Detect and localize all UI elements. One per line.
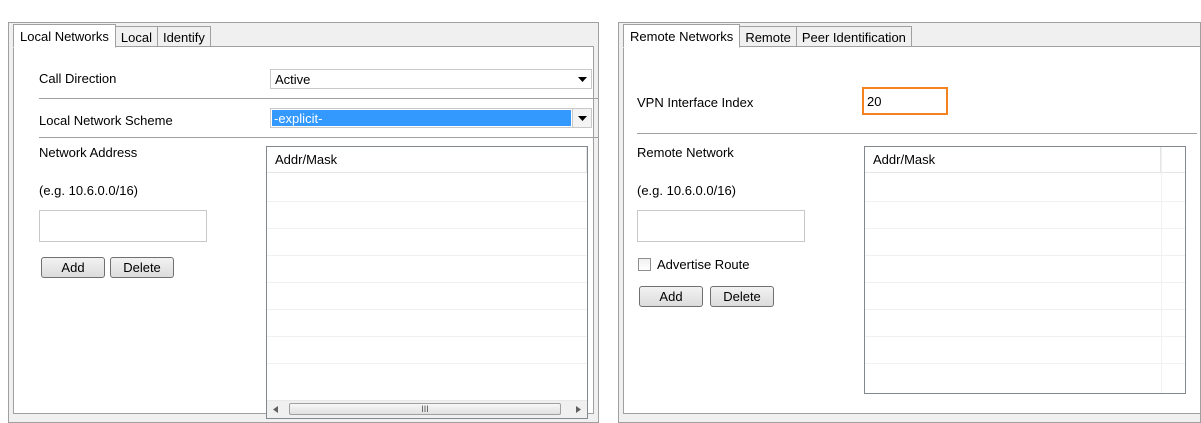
advertise-route-label[interactable]: Advertise Route — [657, 257, 750, 272]
list-row-line — [865, 336, 1185, 337]
right-tab-strip: Remote Networks Remote Peer Identificati… — [623, 23, 912, 48]
network-address-example: (e.g. 10.6.0.0/16) — [39, 183, 139, 198]
remote-network-input[interactable] — [637, 210, 805, 242]
separator — [39, 137, 599, 138]
tab-local-networks[interactable]: Local Networks — [13, 24, 116, 48]
remote-network-label: Remote Network — [637, 145, 734, 160]
list-row-line — [865, 282, 1185, 283]
remote-network-example: (e.g. 10.6.0.0/16) — [637, 183, 737, 198]
list-row-line — [267, 228, 587, 229]
list-row-line — [267, 255, 587, 256]
remote-networks-tab-page: VPN Interface Index Remote Network (e.g.… — [623, 46, 1201, 414]
left-tab-strip: Local Networks Local Identify — [13, 23, 211, 48]
remote-networks-list[interactable]: Addr/Mask — [864, 146, 1186, 394]
call-direction-select[interactable]: Active — [270, 69, 592, 89]
tab-peer-identification[interactable]: Peer Identification — [795, 26, 912, 47]
chevron-down-icon[interactable] — [572, 109, 591, 127]
list-row-line — [865, 201, 1185, 202]
local-networks-list[interactable]: Addr/Mask III — [266, 146, 588, 419]
vpn-interface-index-label: VPN Interface Index — [637, 95, 754, 110]
addr-mask-column-header[interactable]: Addr/Mask — [267, 147, 587, 172]
remote-network-field[interactable] — [638, 211, 804, 241]
tab-remote-networks[interactable]: Remote Networks — [623, 24, 741, 48]
list-row-line — [865, 255, 1185, 256]
delete-network-button[interactable]: Delete — [110, 257, 174, 278]
tab-local[interactable]: Local — [114, 26, 158, 47]
local-networks-tab-page: Call Direction Active Local Network Sche… — [13, 46, 599, 419]
tab-remote[interactable]: Remote — [739, 26, 797, 47]
vpn-interface-index-field[interactable] — [864, 89, 946, 113]
network-address-input[interactable] — [39, 210, 207, 242]
scroll-right-icon[interactable] — [570, 401, 587, 418]
network-address-label: Network Address — [39, 145, 138, 160]
advertise-route-checkbox[interactable] — [638, 258, 651, 271]
local-networks-panel: Local Networks Local Identify Call Direc… — [8, 22, 599, 423]
list-row-line — [267, 309, 587, 310]
list-header: Addr/Mask — [865, 147, 1185, 173]
column-divider — [1161, 147, 1162, 393]
list-row-line — [865, 228, 1185, 229]
add-network-button[interactable]: Add — [41, 257, 105, 278]
scroll-thumb[interactable]: III — [289, 403, 561, 415]
cropped-caption — [0, 0, 1201, 10]
remote-networks-panel: Remote Networks Remote Peer Identificati… — [618, 22, 1201, 423]
separator — [39, 98, 599, 99]
horizontal-scrollbar[interactable]: III — [267, 400, 587, 418]
scheme-value: -explicit- — [272, 110, 571, 126]
call-direction-value: Active — [275, 71, 311, 87]
list-row-line — [267, 201, 587, 202]
scroll-left-icon[interactable] — [267, 401, 284, 418]
local-network-scheme-label: Local Network Scheme — [39, 113, 173, 128]
list-row-line — [267, 363, 587, 364]
local-network-scheme-select[interactable]: -explicit- — [270, 108, 592, 128]
tab-identify[interactable]: Identify — [156, 26, 211, 47]
scroll-grip-icon: III — [421, 403, 429, 414]
delete-remote-button[interactable]: Delete — [710, 286, 774, 307]
network-address-field[interactable] — [40, 211, 206, 241]
separator — [637, 133, 1197, 134]
list-row-line — [267, 282, 587, 283]
add-remote-button[interactable]: Add — [639, 286, 703, 307]
addr-mask-column-header[interactable]: Addr/Mask — [865, 147, 1161, 172]
list-row-line — [865, 309, 1185, 310]
chevron-down-icon[interactable] — [573, 70, 591, 88]
call-direction-label: Call Direction — [39, 71, 117, 86]
vpn-interface-index-input[interactable] — [862, 87, 948, 115]
list-row-line — [267, 336, 587, 337]
list-row-line — [865, 363, 1185, 364]
list-header: Addr/Mask — [267, 147, 587, 173]
